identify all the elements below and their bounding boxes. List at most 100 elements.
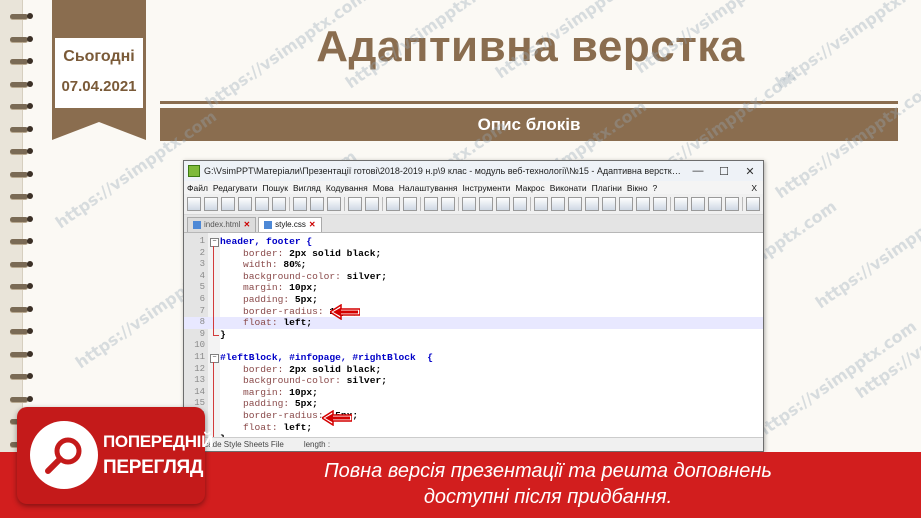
- menu-item[interactable]: Налаштування: [399, 183, 463, 193]
- toolbar-button[interactable]: [348, 197, 362, 211]
- binding-hole: [27, 13, 33, 19]
- close-icon[interactable]: ✕: [737, 165, 763, 178]
- tab-close-icon[interactable]: ✕: [243, 218, 250, 232]
- code-line: 14 margin: 10px;: [184, 387, 763, 399]
- toolbar-button[interactable]: [187, 197, 201, 211]
- toolbar-button[interactable]: [365, 197, 379, 211]
- binding-ring: [10, 59, 28, 64]
- tab-index-html[interactable]: index.html ✕: [187, 217, 257, 232]
- toolbar-separator: [344, 197, 345, 211]
- toolbar-button[interactable]: [653, 197, 667, 211]
- fold-toggle-icon[interactable]: −: [210, 238, 219, 247]
- toolbar-button[interactable]: [441, 197, 455, 211]
- menu-item[interactable]: Макрос: [515, 183, 549, 193]
- toolbar-button[interactable]: [619, 197, 633, 211]
- binding-hole: [27, 148, 33, 154]
- toolbar-button[interactable]: [462, 197, 476, 211]
- toolbar-button[interactable]: [725, 197, 739, 211]
- code-line: 15 padding: 5px;: [184, 398, 763, 410]
- tab-style-css[interactable]: style.css ✕: [258, 217, 322, 232]
- code-line: 8 float: left;: [184, 317, 763, 329]
- binding-ring: [10, 284, 28, 289]
- tab-label: index.html: [204, 220, 241, 229]
- toolbar-button[interactable]: [551, 197, 565, 211]
- slide-subtitle: Опис блоків: [160, 108, 898, 141]
- toolbar-separator: [458, 197, 459, 211]
- tab-close-icon[interactable]: ✕: [309, 218, 316, 232]
- fold-guide: [213, 362, 214, 440]
- file-icon: [193, 221, 201, 229]
- menu-item[interactable]: Плагіни: [592, 183, 627, 193]
- toolbar-button[interactable]: [496, 197, 510, 211]
- binding-ring: [10, 104, 28, 109]
- menu-item[interactable]: Вікно: [627, 183, 653, 193]
- toolbar-button[interactable]: [691, 197, 705, 211]
- magnifier-circle: [30, 421, 98, 489]
- code-area[interactable]: 1− header, footer {2 border: 2px solid bl…: [184, 233, 763, 451]
- toolbar-button[interactable]: [746, 197, 760, 211]
- toolbar-button[interactable]: [221, 197, 235, 211]
- toolbar-button[interactable]: [602, 197, 616, 211]
- minimize-icon[interactable]: —: [685, 165, 711, 177]
- toolbar-separator: [289, 197, 290, 211]
- title-underline: [160, 101, 898, 104]
- date-ribbon-tail: [52, 122, 146, 140]
- menu-item[interactable]: Вигляд: [293, 183, 326, 193]
- line-number: 10: [194, 340, 205, 351]
- menu-item[interactable]: Пошук: [262, 183, 293, 193]
- toolbar-button[interactable]: [513, 197, 527, 211]
- toolbar-button[interactable]: [386, 197, 400, 211]
- preview-badge[interactable]: ПОПЕРЕДНІЙ ПЕРЕГЛЯД: [17, 407, 213, 504]
- toolbar-button[interactable]: [424, 197, 438, 211]
- code-line: 4 background-color: silver;: [184, 271, 763, 283]
- toolbar-button[interactable]: [204, 197, 218, 211]
- arrow-left-icon: [322, 410, 352, 426]
- arrow-left-icon: [330, 304, 360, 320]
- toolbar-button[interactable]: [636, 197, 650, 211]
- watermark-text: https://vsimpptx.com: [751, 316, 921, 443]
- toolbar-button[interactable]: [310, 197, 324, 211]
- menu-item[interactable]: Виконати: [550, 183, 592, 193]
- binding-ring: [10, 194, 28, 199]
- toolbar-button[interactable]: [568, 197, 582, 211]
- toolbar-button[interactable]: [403, 197, 417, 211]
- menu-item[interactable]: Інструменти: [463, 183, 516, 193]
- fold-toggle-icon[interactable]: −: [210, 354, 219, 363]
- toolbar-button[interactable]: [674, 197, 688, 211]
- toolbar-button[interactable]: [327, 197, 341, 211]
- binding-ring: [10, 261, 28, 267]
- toolbar-button[interactable]: [534, 197, 548, 211]
- menu-item[interactable]: Файл: [187, 183, 213, 193]
- line-number: 14: [194, 386, 205, 397]
- toolbar-button[interactable]: [272, 197, 286, 211]
- fold-guide-end: [213, 334, 219, 336]
- menu-item[interactable]: ?: [653, 183, 663, 193]
- code-line: 7 border-radius: 15px;: [184, 306, 763, 318]
- binding-hole: [27, 260, 33, 267]
- menu-item[interactable]: Мова: [373, 183, 399, 193]
- menu-close-button[interactable]: X: [751, 183, 763, 193]
- line-number: 12: [194, 363, 205, 374]
- maximize-icon[interactable]: ☐: [711, 165, 737, 178]
- line-number: 6: [199, 294, 205, 304]
- code-line: 6 padding: 5px;: [184, 294, 763, 306]
- toolbar-button[interactable]: [708, 197, 722, 211]
- binding-hole: [27, 193, 33, 199]
- toolbar-button[interactable]: [479, 197, 493, 211]
- today-label: Сьогодні: [63, 48, 135, 65]
- toolbar-button[interactable]: [255, 197, 269, 211]
- toolbar-button[interactable]: [293, 197, 307, 211]
- line-number: 11: [194, 352, 205, 362]
- preview-label-2: ПЕРЕГЛЯД: [103, 457, 204, 478]
- code-text: border: 2px solid black;: [220, 363, 382, 375]
- binding-hole: [27, 125, 33, 132]
- toolbar-button[interactable]: [585, 197, 599, 211]
- editor-menubar: Файл Редагувати Пошук Вигляд Кодування Мова На…: [184, 181, 763, 194]
- code-line: 1− header, footer {: [184, 236, 763, 248]
- menu-item[interactable]: Редагувати: [213, 183, 262, 193]
- toolbar-button[interactable]: [238, 197, 252, 211]
- menu-item[interactable]: Кодування: [326, 183, 373, 193]
- tab-label: style.css: [275, 220, 306, 229]
- date-card: Сьогодні 07.04.2021: [55, 38, 143, 108]
- binding-ring: [10, 36, 28, 42]
